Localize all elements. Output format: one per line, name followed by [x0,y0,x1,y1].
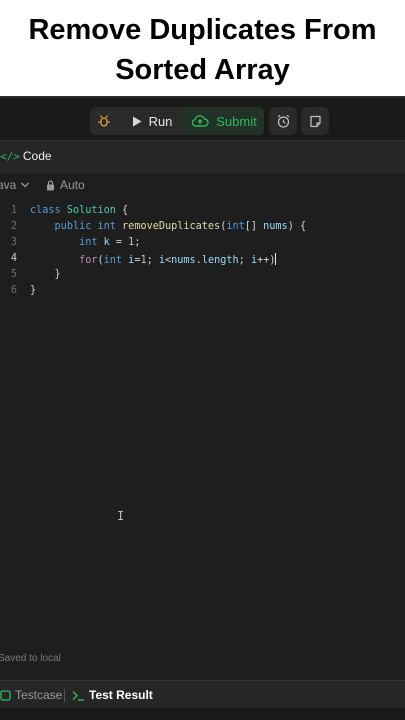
autocomplete-toggle[interactable]: Auto [46,178,85,192]
code-text: } [30,269,61,280]
run-submit-group: Run Submit [90,107,264,135]
code-text: class Solution { [30,205,129,216]
timer-button[interactable] [269,107,297,135]
mouse-ibeam-cursor: I [117,509,125,523]
line-number: 1 [10,205,17,216]
line-number: 5 [10,269,17,280]
code-tab-label: Code [22,149,52,163]
save-status: Saved to local [0,653,61,664]
tab-testcase-label: Testcase [15,688,63,702]
line-number: 6 [10,285,17,296]
chevron-down-icon [21,182,30,188]
note-icon [309,115,321,127]
code-editor-panel: </> Code ava Auto 1 class Solution { 2 p… [0,140,405,680]
line-number: 2 [10,221,17,232]
language-select[interactable]: ava [0,178,30,192]
editor-options-bar: ava Auto [0,174,405,196]
code-line-active: 4 for(int i=1; i<nums.length; i++) [0,253,405,269]
cloud-upload-icon [192,115,209,127]
alarm-clock-icon [277,114,289,128]
play-icon [132,116,142,126]
title-line-1: Remove Duplicates From [28,14,377,46]
submit-button[interactable]: Submit [184,107,264,135]
terminal-icon [72,690,84,701]
code-brackets-icon: </> [0,149,20,163]
tab-divider [64,689,65,702]
debug-icon [98,115,110,127]
submit-label: Submit [216,113,257,129]
code-line: 1 class Solution { [0,205,405,221]
line-number: 3 [10,237,17,248]
line-number: 4 [10,253,17,264]
code-line: 2 public int removeDuplicates(int[] nums… [0,221,405,237]
top-toolbar: Run Submit [0,96,405,140]
tab-testcase[interactable]: Testcase [0,688,62,702]
debug-button[interactable] [90,107,118,135]
checkbox-icon [0,689,11,701]
code-text: int k = 1; [79,237,141,248]
notes-button[interactable] [301,107,329,135]
bottom-tab-bar: Testcase Test Result [0,680,405,708]
language-label: ava [0,178,17,192]
run-button[interactable]: Run [122,107,182,135]
code-tab[interactable]: </> Code [0,149,52,163]
lock-icon [47,179,54,190]
panel-header: </> Code [0,141,405,173]
code-line: 3 int k = 1; [0,237,405,253]
code-text: public int removeDuplicates(int[] nums) … [54,221,307,232]
tab-test-result-label: Test Result [89,688,153,702]
autocomplete-label: Auto [60,178,85,192]
tab-test-result[interactable]: Test Result [72,688,153,702]
video-title-banner: Remove Duplicates From Sorted Array [0,0,405,96]
title-line-2: Sorted Array [115,54,290,86]
code-line: 5 } [0,269,405,285]
code-text: for(int i=1; i<nums.length; i++) [79,253,277,266]
footer-strip [0,708,405,720]
code-line: 6 } [0,285,405,301]
run-label: Run [148,113,173,129]
code-text: } [30,285,37,296]
text-caret [275,253,277,265]
